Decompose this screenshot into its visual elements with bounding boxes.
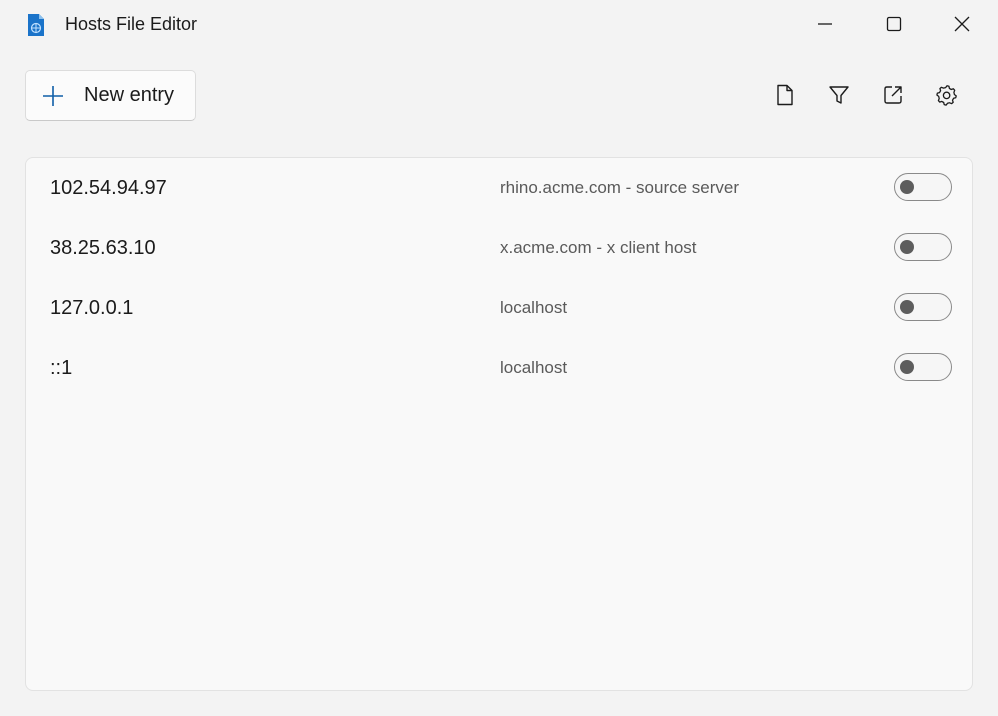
- entry-hosts: localhost: [500, 298, 568, 317]
- title-bar: Hosts File Editor: [0, 0, 998, 48]
- toggle-knob: [900, 180, 914, 194]
- entry-hosts: localhost: [500, 358, 568, 377]
- maximize-icon: [886, 16, 902, 32]
- list-item[interactable]: 102.54.94.97 rhino.acme.com - source ser…: [26, 158, 972, 218]
- entry-address: 102.54.94.97: [50, 177, 167, 199]
- new-entry-label: New entry: [84, 84, 175, 106]
- close-button[interactable]: [929, 0, 995, 48]
- list-item[interactable]: 127.0.0.1 localhost: [26, 278, 972, 338]
- settings-button[interactable]: [930, 78, 964, 112]
- entry-active-toggle[interactable]: [894, 353, 952, 381]
- plus-icon: [43, 85, 63, 106]
- filter-icon: [829, 86, 849, 104]
- maximize-button[interactable]: [861, 0, 927, 48]
- minimize-icon: [818, 23, 832, 25]
- minimize-button[interactable]: [792, 0, 858, 48]
- open-hosts-file-button[interactable]: [768, 78, 802, 112]
- hosts-entries-list: 102.54.94.97 rhino.acme.com - source ser…: [25, 157, 973, 691]
- entry-active-toggle[interactable]: [894, 173, 952, 201]
- entry-address: 38.25.63.10: [50, 237, 156, 259]
- close-icon: [954, 16, 970, 32]
- entry-address: 127.0.0.1: [50, 297, 134, 319]
- list-item[interactable]: 38.25.63.10 x.acme.com - x client host: [26, 218, 972, 278]
- hosts-file-app-icon: [26, 13, 46, 37]
- entry-hosts: rhino.acme.com - source server: [500, 178, 740, 197]
- entry-active-toggle[interactable]: [894, 233, 952, 261]
- entry-active-toggle[interactable]: [894, 293, 952, 321]
- entry-hosts: x.acme.com - x client host: [500, 238, 697, 257]
- file-icon: [777, 84, 793, 106]
- toggle-knob: [900, 240, 914, 254]
- toggle-knob: [900, 300, 914, 314]
- settings-icon: [936, 85, 957, 106]
- open-external-button[interactable]: [876, 78, 910, 112]
- open-external-icon: [884, 86, 902, 104]
- new-entry-button[interactable]: New entry: [25, 70, 196, 121]
- entry-address: ::1: [50, 357, 73, 379]
- list-item[interactable]: ::1 localhost: [26, 338, 972, 398]
- filter-button[interactable]: [822, 78, 856, 112]
- toggle-knob: [900, 360, 914, 374]
- window-title: Hosts File Editor: [65, 14, 198, 34]
